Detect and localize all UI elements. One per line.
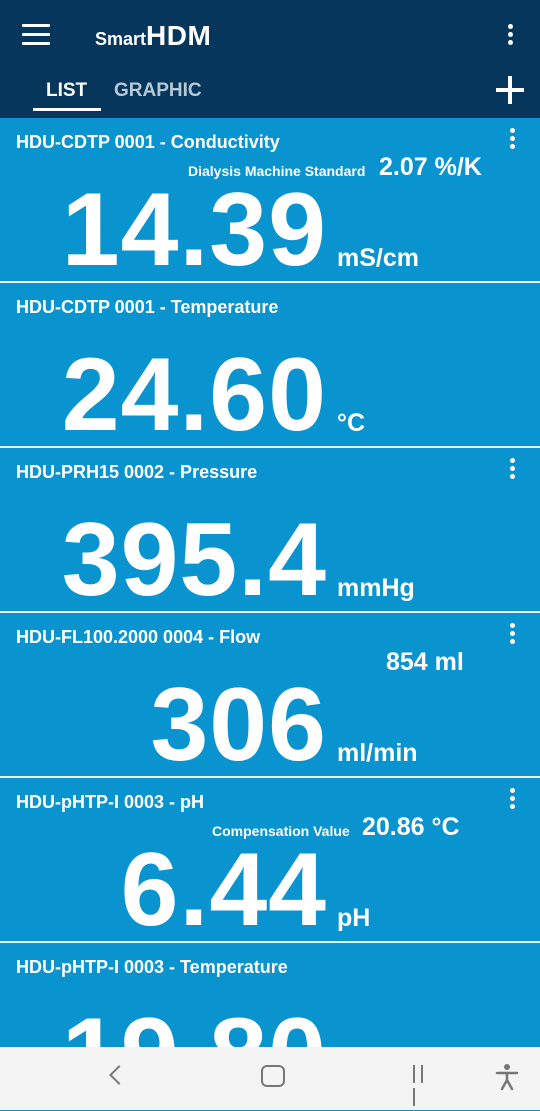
back-chevron-icon[interactable] [109,1065,129,1085]
accessibility-icon[interactable] [495,1063,519,1091]
card-unit: mS/cm [337,244,419,272]
card-value: 306 [150,667,327,778]
sensor-card-ph[interactable]: HDU-pHTP-I 0003 - pH Compensation Value … [0,778,540,943]
card-unit: ml/min [337,739,418,767]
card-title: HDU-FL100.2000 0004 - Flow [16,627,261,647]
brand-big: HDM [146,20,212,51]
card-sub-value: 20.86 °C [362,813,460,841]
app-title: SmartHDM [95,20,211,52]
more-vert-icon[interactable] [508,128,516,152]
tab-list[interactable]: LIST [46,80,87,102]
sensor-card-pressure[interactable]: HDU-PRH15 0002 - Pressure 395.4 mmHg [0,448,540,613]
more-vert-icon[interactable] [508,458,516,482]
sensor-card-conductivity[interactable]: HDU-CDTP 0001 - Conductivity Dialysis Ma… [0,118,540,283]
card-unit: mmHg [337,574,415,602]
card-title: HDU-PRH15 0002 - Pressure [16,462,258,482]
app-bar: SmartHDM [0,0,540,70]
card-value: 6.44 [120,832,327,943]
tab-active-indicator [33,108,101,111]
card-sub-value: 2.07 %/K [379,153,482,181]
tab-graphic[interactable]: GRAPHIC [114,80,202,102]
card-unit: °C [337,409,366,437]
card-title: HDU-pHTP-I 0003 - pH [16,792,205,812]
sensor-card-flow[interactable]: HDU-FL100.2000 0004 - Flow 854 ml 306 ml… [0,613,540,778]
card-title: HDU-CDTP 0001 - Conductivity [16,132,280,152]
card-value: 24.60 [61,337,327,448]
recent-apps-icon[interactable] [413,1065,435,1106]
hamburger-menu-icon[interactable] [22,24,50,46]
more-vert-icon[interactable] [506,24,514,48]
plus-icon[interactable] [496,76,524,104]
more-vert-icon[interactable] [508,623,516,647]
card-title: HDU-pHTP-I 0003 - Temperature [16,957,288,977]
card-title: HDU-CDTP 0001 - Temperature [16,297,279,317]
home-icon[interactable] [261,1065,285,1087]
card-value: 395.4 [61,502,327,613]
system-nav-bar [0,1047,540,1110]
tab-bar: LIST GRAPHIC [0,70,540,118]
card-value: 14.39 [61,172,327,283]
brand-small: Smart [95,29,147,49]
more-vert-icon[interactable] [508,788,516,812]
card-sub-value: 854 ml [386,648,464,676]
sensor-card-temperature[interactable]: HDU-CDTP 0001 - Temperature 24.60 °C [0,283,540,448]
card-unit: pH [337,904,371,932]
